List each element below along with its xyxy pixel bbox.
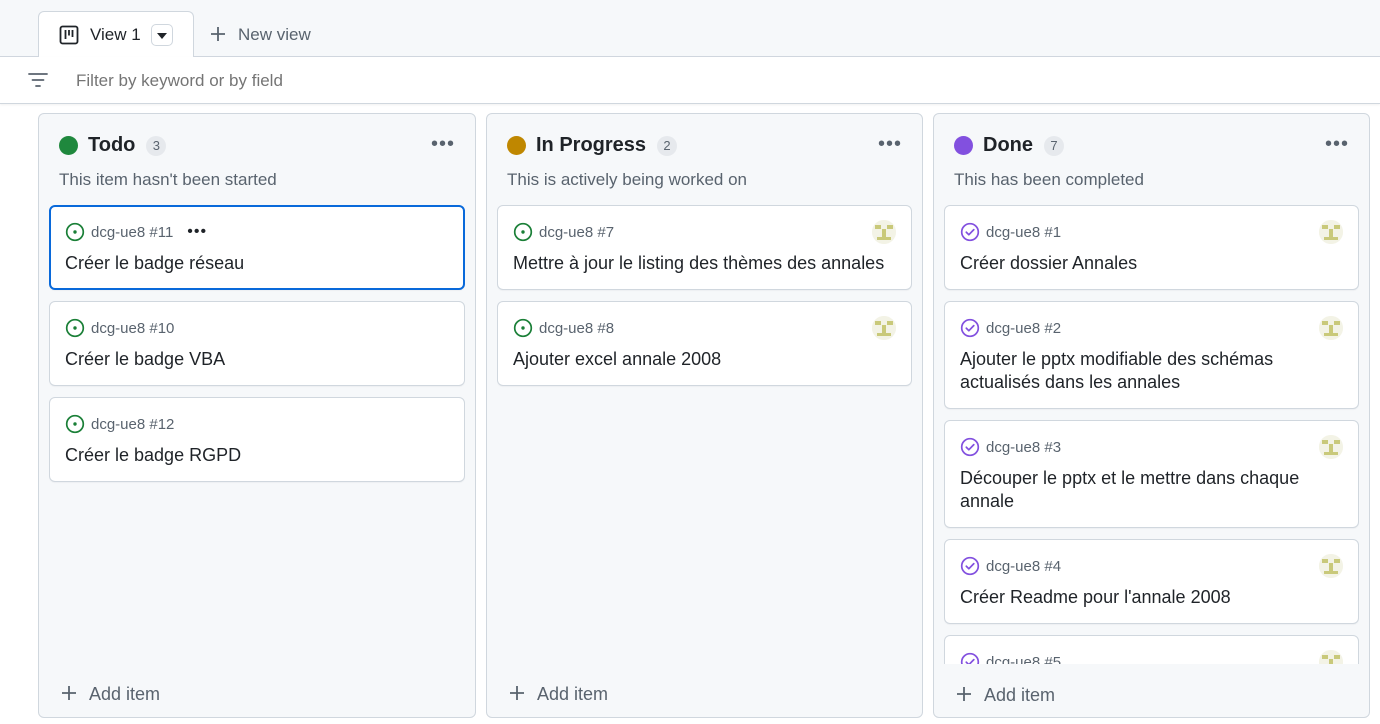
column-done: Done 7 ••• This has been completed dcg-u… [933,113,1370,718]
view-options-button[interactable] [150,24,173,46]
column-title: Done [983,134,1033,156]
avatar[interactable] [872,220,896,244]
avatar[interactable] [872,316,896,340]
card-menu-icon[interactable]: ••• [187,224,207,240]
issue-ref[interactable]: dcg-ue8 #8 [539,320,614,337]
avatar[interactable] [1319,554,1343,578]
add-item-label: Add item [537,683,609,704]
issue-title[interactable]: Ajouter le pptx modifiable des schémas a… [960,348,1343,394]
status-dot [59,136,78,155]
status-dot [954,136,973,155]
triangle-down-icon [156,26,167,44]
column-menu-icon[interactable]: ••• [431,134,455,154]
add-item-button[interactable]: Add item [509,683,608,705]
issue-opened-icon [65,222,85,242]
column-header: In Progress 2 [507,134,678,157]
column-title: In Progress [536,134,647,156]
filter-bar [0,57,1380,104]
issue-ref[interactable]: dcg-ue8 #10 [91,320,174,337]
new-view-label: New view [238,25,311,44]
column-description: This is actively being worked on [507,170,748,189]
issue-closed-icon [960,222,980,242]
status-dot [507,136,526,155]
column-description: This item hasn't been started [59,170,277,189]
column-header: Done 7 [954,134,1064,157]
issue-closed-icon [960,318,980,338]
issue-card[interactable]: dcg-ue8 #8 Ajouter excel annale 2008 [497,301,912,386]
issue-title[interactable]: Créer le badge réseau [65,252,449,275]
filter-input[interactable] [76,71,576,91]
tab-view-1-label: View 1 [90,25,141,44]
issue-opened-icon [65,318,85,338]
issue-title[interactable]: Créer Readme pour l'annale 2008 [960,586,1343,609]
issue-card[interactable]: dcg-ue8 #3 Découper le pptx et le mettre… [944,420,1359,528]
issue-card[interactable]: dcg-ue8 #1 Créer dossier Annales [944,205,1359,290]
card-list: dcg-ue8 #1 Créer dossier Annales dcg-ue8… [944,205,1359,664]
issue-card[interactable]: dcg-ue8 #2 Ajouter le pptx modifiable de… [944,301,1359,409]
issue-ref[interactable]: dcg-ue8 #1 [986,224,1061,241]
column-count: 2 [657,135,678,156]
issue-closed-icon [960,652,980,664]
issue-ref[interactable]: dcg-ue8 #7 [539,224,614,241]
card-list: dcg-ue8 #7 Mettre à jour le listing des … [497,205,912,669]
plus-icon [61,683,77,705]
issue-opened-icon [513,222,533,242]
issue-ref[interactable]: dcg-ue8 #3 [986,439,1061,456]
card-list: dcg-ue8 #11 ••• Créer le badge réseau dc… [49,205,465,669]
column-count: 7 [1044,135,1064,156]
plus-icon [210,24,226,46]
issue-ref[interactable]: dcg-ue8 #4 [986,558,1061,575]
issue-closed-icon [960,556,980,576]
issue-title[interactable]: Ajouter excel annale 2008 [513,348,896,371]
add-item-button[interactable]: Add item [61,683,160,705]
issue-card[interactable]: dcg-ue8 #12 Créer le badge RGPD [49,397,465,482]
new-view-button[interactable]: New view [210,22,311,48]
issue-card[interactable]: dcg-ue8 #7 Mettre à jour le listing des … [497,205,912,290]
issue-card[interactable]: dcg-ue8 #10 Créer le badge VBA [49,301,465,386]
issue-card[interactable]: dcg-ue8 #5 [944,635,1359,664]
column-header: Todo 3 [59,134,167,157]
issue-opened-icon [65,414,85,434]
view-tabs-bar: View 1 New view [0,0,1380,58]
issue-title[interactable]: Créer le badge RGPD [65,444,449,467]
issue-title[interactable]: Mettre à jour le listing des thèmes des … [513,252,896,275]
plus-icon [509,683,525,705]
add-item-label: Add item [984,684,1056,705]
issue-title[interactable]: Créer le badge VBA [65,348,449,371]
add-item-label: Add item [89,683,161,704]
issue-title[interactable]: Découper le pptx et le mettre dans chaqu… [960,467,1343,513]
column-menu-icon[interactable]: ••• [1325,134,1349,154]
column-menu-icon[interactable]: ••• [878,134,902,154]
avatar[interactable] [1319,220,1343,244]
issue-opened-icon [513,318,533,338]
add-item-button[interactable]: Add item [956,684,1055,706]
issue-ref[interactable]: dcg-ue8 #2 [986,320,1061,337]
avatar[interactable] [1319,316,1343,340]
filter-icon[interactable] [28,71,48,89]
issue-ref[interactable]: dcg-ue8 #11 [91,224,173,241]
avatar[interactable] [1319,435,1343,459]
column-title: Todo [88,134,136,156]
issue-ref[interactable]: dcg-ue8 #12 [91,416,174,433]
plus-icon [956,684,972,706]
issue-card[interactable]: dcg-ue8 #11 ••• Créer le badge réseau [49,205,465,290]
issue-card[interactable]: dcg-ue8 #4 Créer Readme pour l'annale 20… [944,539,1359,624]
project-board-icon [59,25,79,45]
tab-view-1[interactable]: View 1 [38,11,194,58]
issue-title[interactable]: Créer dossier Annales [960,252,1343,275]
column-todo: Todo 3 ••• This item hasn't been started… [38,113,476,718]
column-count: 3 [146,135,167,156]
column-description: This has been completed [954,170,1144,189]
issue-closed-icon [960,437,980,457]
column-in-progress: In Progress 2 ••• This is actively being… [486,113,923,718]
issue-ref[interactable]: dcg-ue8 #5 [986,654,1061,665]
